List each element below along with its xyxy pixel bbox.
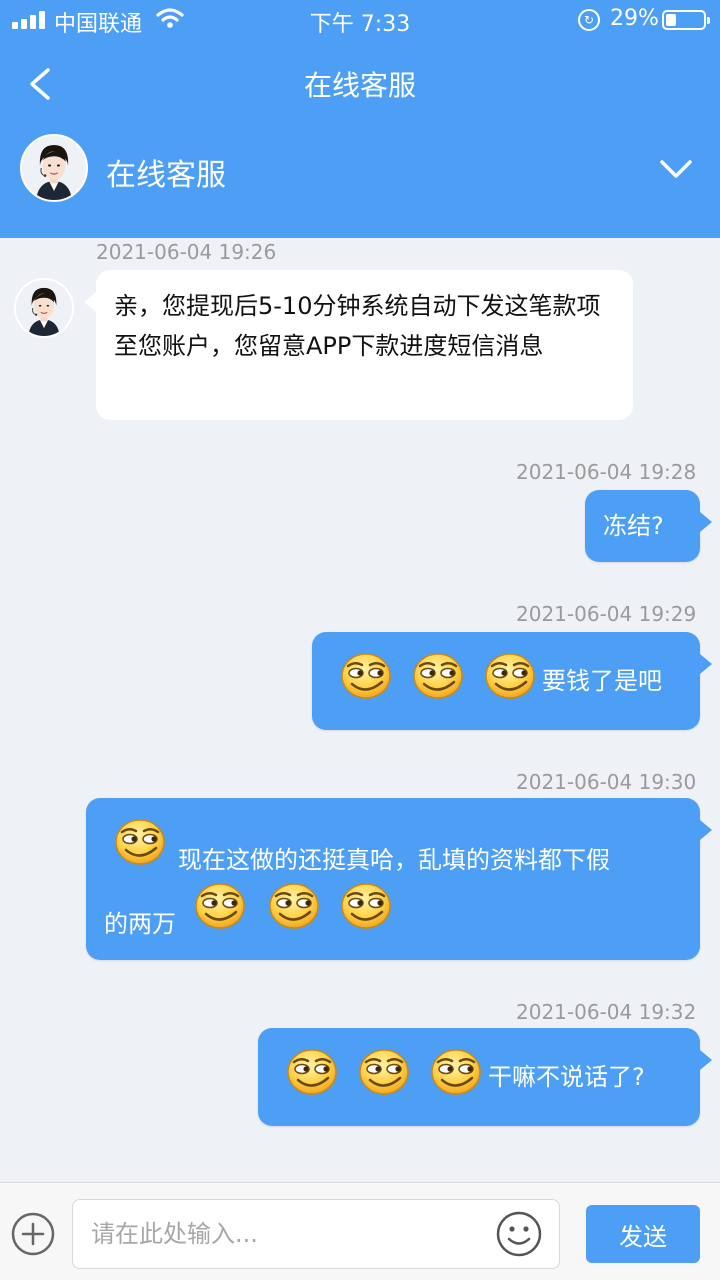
input-bar: 发送 bbox=[0, 1182, 720, 1280]
page-title: 在线客服 bbox=[303, 69, 416, 102]
message-bubble-incoming[interactable]: 亲，您提现后5-10分钟系统自动下发这笔款项至您账户，您留意APP下款进度短信消… bbox=[84, 270, 633, 420]
message-bubble-outgoing[interactable]: 干嘛不说话了? bbox=[258, 1028, 712, 1126]
message-timestamp: 2021-06-04 19:28 bbox=[516, 460, 697, 484]
message-text: 冻结? bbox=[603, 512, 664, 540]
smirk-emoji-icon bbox=[194, 882, 246, 930]
smirk-emoji-icon bbox=[286, 1048, 338, 1096]
smiley-icon[interactable] bbox=[495, 1210, 543, 1258]
battery-icon bbox=[662, 10, 710, 30]
battery-percent: 29% bbox=[610, 6, 659, 31]
message-text: 要钱了是吧 bbox=[542, 667, 662, 695]
agent-name: 在线客服 bbox=[106, 158, 226, 193]
smirk-emoji-icon bbox=[268, 882, 320, 930]
message-bubble-outgoing[interactable]: 要钱了是吧 bbox=[312, 632, 712, 730]
agent-avatar bbox=[20, 134, 88, 202]
message-text: 的两万 bbox=[104, 910, 176, 938]
smirk-emoji-icon bbox=[340, 652, 392, 700]
message-timestamp: 2021-06-04 19:26 bbox=[96, 240, 277, 264]
agent-info-bar[interactable]: 在线客服 bbox=[0, 126, 720, 238]
message-text: 亲，您提现后5-10分钟系统自动下发这笔款项至您账户，您留意APP下款进度短信消… bbox=[114, 292, 601, 360]
message-timestamp: 2021-06-04 19:29 bbox=[516, 602, 697, 626]
message-input-box[interactable] bbox=[72, 1199, 560, 1269]
plus-circle-icon[interactable] bbox=[10, 1211, 56, 1257]
message-text: 干嘛不说话了? bbox=[488, 1063, 645, 1091]
smirk-emoji-icon bbox=[484, 652, 536, 700]
nav-bar: 在线客服 bbox=[0, 40, 720, 126]
chevron-down-icon[interactable] bbox=[656, 154, 696, 184]
smirk-emoji-icon bbox=[358, 1048, 410, 1096]
send-button[interactable]: 发送 bbox=[586, 1205, 700, 1263]
message-bubble-outgoing[interactable]: 冻结? bbox=[585, 490, 712, 562]
message-bubble-outgoing[interactable]: 现在这做的还挺真哈，乱填的资料都下假 的两万 bbox=[86, 798, 712, 960]
status-bar: 中国联通 下午 7:33 ↻ 29% bbox=[0, 0, 720, 40]
agent-avatar bbox=[14, 278, 74, 338]
rotation-lock-icon: ↻ bbox=[578, 9, 600, 31]
smirk-emoji-icon bbox=[430, 1048, 482, 1096]
smirk-emoji-icon bbox=[412, 652, 464, 700]
message-timestamp: 2021-06-04 19:32 bbox=[516, 1000, 697, 1024]
message-timestamp: 2021-06-04 19:30 bbox=[516, 770, 697, 794]
smirk-emoji-icon bbox=[114, 818, 166, 866]
message-text: 现在这做的还挺真哈，乱填的资料都下假 bbox=[178, 846, 610, 874]
smirk-emoji-icon bbox=[340, 882, 392, 930]
message-input[interactable] bbox=[91, 1214, 491, 1254]
header: 中国联通 下午 7:33 ↻ 29% 在线客服 在线客服 bbox=[0, 0, 720, 238]
